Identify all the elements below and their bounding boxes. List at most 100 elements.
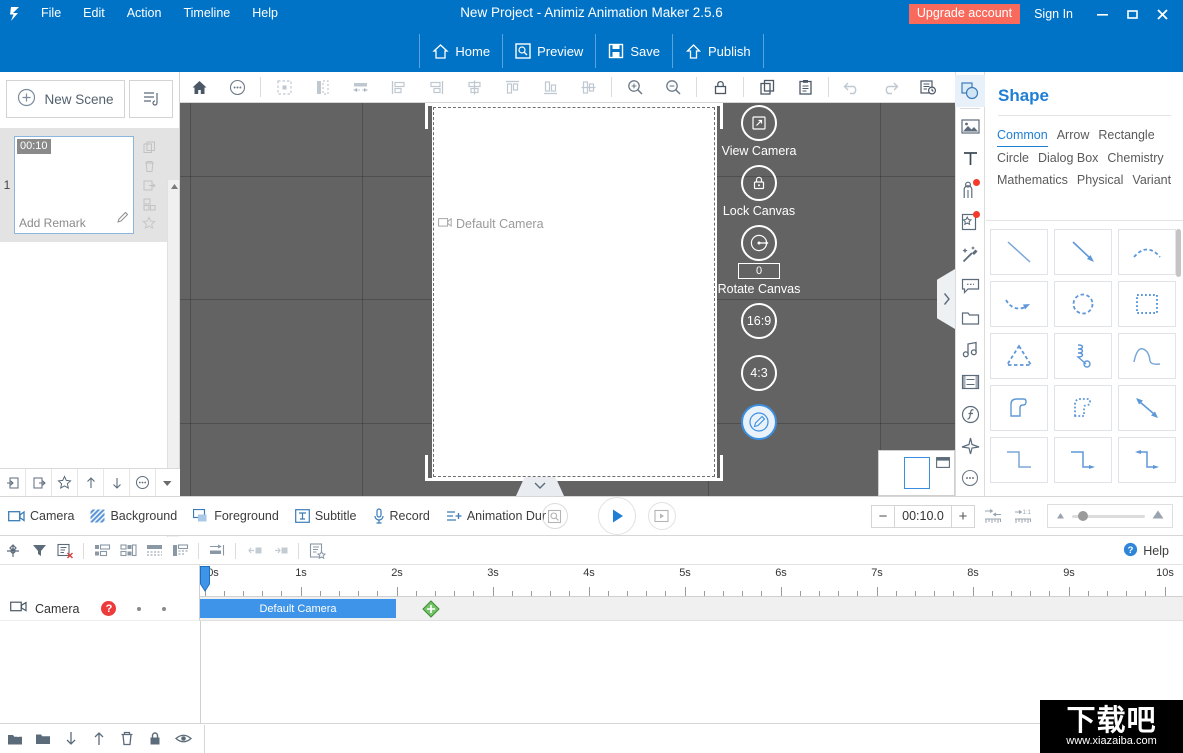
shape-tab-chemistry[interactable]: Chemistry [1107, 147, 1163, 169]
lock-icon[interactable] [701, 72, 739, 102]
upgrade-account-button[interactable]: Upgrade account [908, 3, 1021, 25]
shape-dashed-circle-icon[interactable] [1054, 281, 1112, 327]
shape-wave-curve-icon[interactable] [1118, 333, 1176, 379]
shape-tab-circle[interactable]: Circle [997, 147, 1029, 169]
fit-selection-icon[interactable] [981, 504, 1005, 528]
rail-item-video[interactable] [955, 366, 985, 398]
close-icon[interactable] [1147, 0, 1177, 28]
eye-icon[interactable] [170, 725, 196, 753]
shape-dotted-rect-icon[interactable] [1118, 281, 1176, 327]
timeline-clip[interactable]: Default Camera [200, 599, 396, 618]
bookmark-icon[interactable] [304, 538, 330, 564]
shape-curved-arrow-icon[interactable] [990, 281, 1048, 327]
shape-arrow-line-icon[interactable] [1054, 229, 1112, 275]
align-top-icon[interactable] [493, 72, 531, 102]
keyframe-marker-icon[interactable] [422, 600, 440, 623]
adjust-icon[interactable] [204, 538, 230, 564]
rail-item-music[interactable] [955, 334, 985, 366]
home-icon[interactable] [180, 72, 218, 102]
rail-item-more[interactable] [955, 462, 985, 494]
new-scene-button[interactable]: New Scene [6, 80, 125, 118]
shape-tab-mathematics[interactable]: Mathematics [997, 169, 1068, 191]
shape-solid-blob-icon[interactable] [990, 385, 1048, 431]
menu-file[interactable]: File [30, 0, 72, 27]
rotate-canvas-value[interactable]: 0 [738, 263, 780, 279]
align-right-icon[interactable] [417, 72, 455, 102]
shape-tab-variant[interactable]: Variant [1132, 169, 1171, 191]
zoom-slider-track[interactable] [1072, 511, 1145, 521]
save-button[interactable]: Save [595, 34, 672, 68]
canvas-area[interactable]: Default Camera View Camera Lock Canvas 0… [180, 103, 955, 496]
track-toggle-dot[interactable] [137, 606, 142, 611]
shape-panel-scrollbar[interactable] [1176, 229, 1181, 277]
align-clip-left-icon[interactable] [89, 538, 115, 564]
record-button[interactable]: Record [365, 500, 438, 532]
align-left-icon[interactable] [379, 72, 417, 102]
minimize-icon[interactable] [1087, 0, 1117, 28]
camera-button[interactable]: Camera [0, 500, 82, 532]
history-icon[interactable] [909, 72, 947, 102]
scene-thumbnail[interactable]: 00:10 Add Remark [14, 136, 134, 234]
star-icon[interactable] [140, 215, 158, 232]
shape-dotted-blob-icon[interactable] [1054, 385, 1112, 431]
shape-double-arrow-icon[interactable] [1118, 385, 1176, 431]
camera-frame[interactable] [433, 107, 715, 477]
zoom-in-icon[interactable] [616, 72, 654, 102]
folder-icon[interactable] [30, 725, 56, 753]
scene-remark-placeholder[interactable]: Add Remark [19, 216, 86, 230]
menu-timeline[interactable]: Timeline [172, 0, 241, 27]
scroll-up-icon[interactable] [168, 180, 180, 192]
shape-tab-common[interactable]: Common [997, 124, 1048, 147]
scene-panel-collapse-icon[interactable] [156, 469, 178, 496]
rail-item-character[interactable] [955, 174, 985, 206]
shape-step-arrow-icon[interactable] [1054, 437, 1112, 483]
shape-tab-physical[interactable]: Physical [1077, 169, 1124, 191]
rail-item-text[interactable] [955, 142, 985, 174]
background-button[interactable]: Background [82, 500, 185, 532]
scene-list-icon[interactable] [129, 80, 173, 118]
timeline-ruler[interactable]: 0s 1s 2s 3s 4s 5s 6s 7s 8s 9s 10s [200, 565, 1183, 597]
export-scene-icon[interactable] [26, 469, 52, 496]
move-up-icon[interactable] [78, 469, 104, 496]
move-down-icon[interactable] [58, 725, 84, 753]
timeline-body[interactable] [0, 621, 1183, 723]
view-camera-icon[interactable] [741, 105, 777, 141]
fit-all-icon[interactable]: 1:1 [1011, 504, 1035, 528]
track-toggle-dot[interactable] [162, 606, 167, 611]
more-icon[interactable] [130, 469, 156, 496]
favorite-icon[interactable] [52, 469, 78, 496]
canvas-corner-handle[interactable] [425, 455, 451, 481]
canvas-corner-handle[interactable] [697, 455, 723, 481]
shape-line-icon[interactable] [990, 229, 1048, 275]
trim-left-icon[interactable] [241, 538, 267, 564]
rail-item-sticker[interactable] [955, 206, 985, 238]
track-warning-badge[interactable]: ? [101, 601, 117, 616]
play-button[interactable] [597, 497, 636, 535]
lock-icon[interactable] [142, 725, 168, 753]
align-bottom-icon[interactable] [531, 72, 569, 102]
shape-tab-dialog-box[interactable]: Dialog Box [1038, 147, 1098, 169]
rail-item-folder[interactable] [955, 302, 985, 334]
preview-play-button[interactable] [647, 502, 676, 530]
rail-item-formula[interactable] [955, 398, 985, 430]
copy-icon[interactable] [140, 139, 158, 156]
align-clip-center-icon[interactable] [115, 538, 141, 564]
lock-canvas-icon[interactable] [741, 165, 777, 201]
subtitle-button[interactable]: Subtitle [287, 500, 365, 532]
align-clip-stack-icon[interactable] [167, 538, 193, 564]
delete-icon[interactable] [140, 158, 158, 175]
duration-value[interactable]: 00:10.0 [894, 505, 952, 527]
import-scene-icon[interactable] [0, 469, 26, 496]
paste-icon[interactable] [786, 72, 824, 102]
align-center-h-icon[interactable] [455, 72, 493, 102]
add-media-icon[interactable] [2, 725, 28, 753]
distribute-icon[interactable] [341, 72, 379, 102]
home-button[interactable]: Home [419, 34, 502, 68]
shape-double-step-arrow-icon[interactable] [1118, 437, 1176, 483]
zoom-out-icon[interactable] [654, 72, 692, 102]
publish-button[interactable]: Publish [671, 34, 764, 68]
filter-icon[interactable] [26, 538, 52, 564]
redo-icon[interactable] [871, 72, 909, 102]
shape-dashed-arc-icon[interactable] [1118, 229, 1176, 275]
shape-spring-icon[interactable] [1054, 333, 1112, 379]
